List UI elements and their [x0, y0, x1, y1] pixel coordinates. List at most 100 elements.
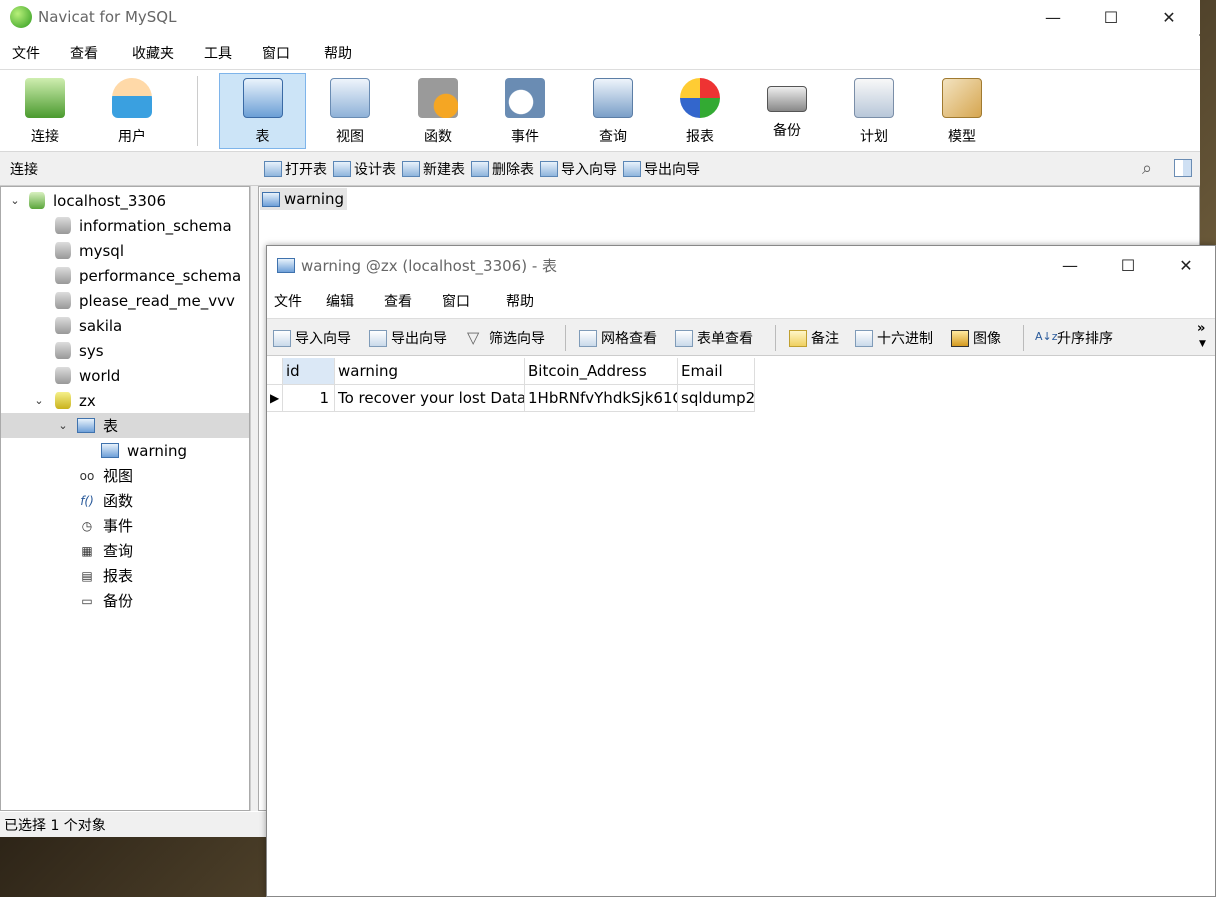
- cell-bitcoin-address[interactable]: 1HbRNfvYhdkSjk61C: [525, 385, 678, 412]
- export-icon: [369, 329, 387, 347]
- cell-id[interactable]: 1: [283, 385, 335, 412]
- toolbar-function-button[interactable]: 函数: [395, 74, 481, 148]
- menu-edit[interactable]: 编辑: [326, 291, 364, 311]
- pane-splitter[interactable]: [250, 186, 258, 811]
- button-label: 升序排序: [1057, 331, 1113, 347]
- object-item-warning[interactable]: warning: [260, 188, 348, 210]
- menu-file[interactable]: 文件: [8, 43, 44, 63]
- object-label: warning: [284, 190, 345, 208]
- toolbar-label: 模型: [948, 129, 976, 145]
- import-wizard-button[interactable]: 导入向导: [540, 159, 617, 179]
- minimize-button[interactable]: —: [1030, 0, 1076, 34]
- status-bar: 已选择 1 个对象: [0, 812, 266, 837]
- toolbar-overflow-button[interactable]: »: [1197, 321, 1205, 336]
- chevron-down-icon[interactable]: ⌄: [33, 394, 45, 407]
- table-window-maximize-button[interactable]: ☐: [1099, 246, 1157, 284]
- connection-icon: [29, 192, 45, 209]
- toolbar-label: 计划: [860, 129, 888, 145]
- chevron-down-icon[interactable]: ⌄: [57, 419, 69, 432]
- chevron-down-icon[interactable]: ⌄: [9, 194, 21, 207]
- export-wizard-button[interactable]: 导出向导: [369, 328, 447, 348]
- toolbar-model-button[interactable]: 模型: [919, 74, 1005, 148]
- design-table-button[interactable]: 设计表: [333, 159, 396, 179]
- tree-events-node[interactable]: ◷ 事件: [1, 513, 249, 538]
- menu-window[interactable]: 窗口: [258, 43, 294, 63]
- image-button[interactable]: 图像: [951, 328, 1001, 348]
- tree-db-sys[interactable]: sys: [1, 338, 249, 363]
- toolbar-view-button[interactable]: 视图: [307, 74, 393, 148]
- tree-backups-node[interactable]: ▭ 备份: [1, 588, 249, 613]
- toolbar-connection-button[interactable]: 连接: [2, 74, 88, 148]
- tree-db-world[interactable]: world: [1, 363, 249, 388]
- tree-connection[interactable]: ⌄ localhost_3306: [1, 188, 249, 213]
- export-wizard-button[interactable]: 导出向导: [623, 159, 700, 179]
- tree-views-node[interactable]: oo 视图: [1, 463, 249, 488]
- database-icon: [55, 242, 71, 259]
- filter-icon: ▽: [467, 327, 480, 347]
- menu-file[interactable]: 文件: [274, 291, 312, 311]
- tree-queries-node[interactable]: ▦ 查询: [1, 538, 249, 563]
- backup-icon: ▭: [81, 593, 93, 608]
- menu-favorites[interactable]: 收藏夹: [128, 43, 178, 63]
- table-window-close-button[interactable]: ✕: [1157, 246, 1215, 284]
- list-view-icon[interactable]: [1174, 159, 1192, 177]
- menu-help[interactable]: 帮助: [320, 43, 356, 63]
- export-icon: [623, 160, 641, 177]
- column-header-warning[interactable]: warning: [335, 358, 525, 385]
- search-icon[interactable]: ⌕: [1142, 158, 1152, 179]
- filter-wizard-button[interactable]: ▽ 筛选向导: [467, 328, 545, 348]
- close-button[interactable]: ✕: [1146, 0, 1192, 34]
- new-table-button[interactable]: 新建表: [402, 159, 465, 179]
- tree-reports-node[interactable]: ▤ 报表: [1, 563, 249, 588]
- toolbar-label: 函数: [424, 129, 452, 145]
- toolbar-schedule-button[interactable]: 计划: [831, 74, 917, 148]
- toolbar-backup-button[interactable]: 备份: [744, 74, 830, 148]
- toolbar-separator: [565, 325, 566, 351]
- database-icon: [55, 217, 71, 234]
- sort-ascending-button[interactable]: A↓z 升序排序: [1035, 328, 1113, 348]
- tree-db-information_schema[interactable]: information_schema: [1, 213, 249, 238]
- tree-table-warning[interactable]: warning: [1, 438, 249, 463]
- cell-warning[interactable]: To recover your lost Data: [335, 385, 525, 412]
- delete-table-button[interactable]: 删除表: [471, 159, 534, 179]
- grid-view-button[interactable]: 网格查看: [579, 328, 657, 348]
- menu-window[interactable]: 窗口: [442, 291, 480, 311]
- object-toolbar: 打开表 设计表 新建表 删除表 导入向导 导出向导 ⌕: [258, 152, 1200, 186]
- column-header-id[interactable]: id: [283, 358, 335, 385]
- tree-db-mysql[interactable]: mysql: [1, 238, 249, 263]
- tree-functions-node[interactable]: f() 函数: [1, 488, 249, 513]
- toolbar-user-button[interactable]: 用户: [89, 74, 175, 148]
- open-table-icon: [264, 160, 282, 177]
- table-window-minimize-button[interactable]: —: [1041, 246, 1099, 284]
- toolbar-event-button[interactable]: 事件: [482, 74, 568, 148]
- menu-view[interactable]: 查看: [66, 43, 102, 63]
- import-icon: [273, 329, 291, 347]
- tree-db-zx[interactable]: ⌄ zx: [1, 388, 249, 413]
- tree-db-sakila[interactable]: sakila: [1, 313, 249, 338]
- toolbar-query-button[interactable]: 查询: [570, 74, 656, 148]
- toolbar-report-button[interactable]: 报表: [657, 74, 743, 148]
- form-view-button[interactable]: 表单查看: [675, 328, 753, 348]
- menu-view[interactable]: 查看: [384, 291, 422, 311]
- row-selector-icon[interactable]: ▶: [267, 385, 283, 412]
- connection-icon: [25, 78, 65, 118]
- import-wizard-button[interactable]: 导入向导: [273, 328, 351, 348]
- tree-db-please_read_me_vvv[interactable]: please_read_me_vvv: [1, 288, 249, 313]
- maximize-button[interactable]: ☐: [1088, 0, 1134, 34]
- column-header-bitcoin-address[interactable]: Bitcoin_Address: [525, 358, 678, 385]
- cell-email[interactable]: sqldump2: [678, 385, 755, 412]
- toolbar-label: 表: [255, 129, 270, 145]
- table-icon: [101, 443, 119, 458]
- column-header-email[interactable]: Email: [678, 358, 755, 385]
- chevron-down-icon[interactable]: ▼: [1199, 339, 1206, 349]
- toolbar-label: 报表: [686, 129, 714, 145]
- tree-tables-node[interactable]: ⌄ 表: [1, 413, 249, 438]
- menu-help[interactable]: 帮助: [506, 291, 544, 311]
- toolbar-table-button[interactable]: 表: [219, 73, 306, 149]
- open-table-button[interactable]: 打开表: [264, 159, 327, 179]
- hex-button[interactable]: 十六进制: [855, 328, 933, 348]
- menu-tools[interactable]: 工具: [200, 43, 236, 63]
- memo-button[interactable]: 备注: [789, 328, 839, 348]
- tree-db-performance_schema[interactable]: performance_schema: [1, 263, 249, 288]
- toolbar-separator: [197, 76, 198, 146]
